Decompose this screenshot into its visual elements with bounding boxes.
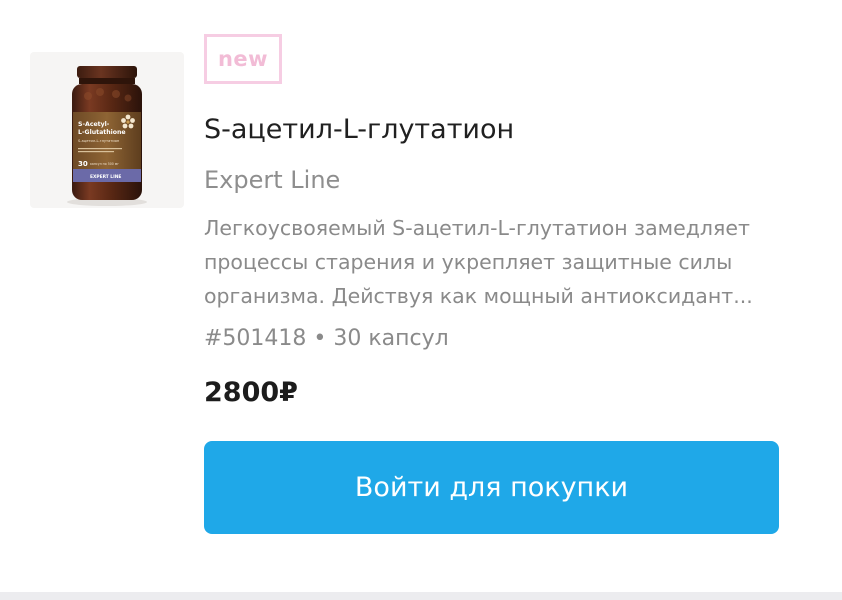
product-image[interactable]: S-Acetyl- L-Glutathione S-ацетил-L-глута…	[30, 52, 184, 208]
label-line2: L-Glutathione	[78, 129, 126, 136]
product-card: S-Acetyl- L-Glutathione S-ацетил-L-глута…	[0, 0, 842, 592]
label-count: 30	[78, 160, 88, 168]
product-meta: #501418 • 30 капсул	[204, 322, 449, 356]
login-to-buy-button[interactable]: Войти для покупки	[204, 441, 779, 534]
bottle-cap	[77, 66, 137, 78]
label-count-unit: капсул по 500 мг	[90, 162, 119, 166]
label-subtitle: S-ацетил-L-глутатион	[78, 139, 120, 143]
label-line1: S-Acetyl-	[78, 121, 110, 128]
new-badge-label: new	[217, 46, 269, 71]
label-brand: EXPERT LINE	[90, 174, 121, 180]
card-divider	[0, 592, 842, 600]
new-badge: new	[204, 34, 282, 84]
product-price: 2800₽	[204, 377, 298, 408]
product-title[interactable]: S-ацетил-L-глутатион	[204, 112, 514, 148]
product-sku: #501418	[204, 326, 307, 351]
meta-separator: •	[313, 326, 327, 351]
product-brand: Expert Line	[204, 166, 341, 194]
product-description: Легкоусвояемый S-ацетил-L-глутатион заме…	[204, 216, 753, 308]
supplement-bottle-icon: S-Acetyl- L-Glutathione S-ацетил-L-глута…	[67, 66, 147, 206]
product-quantity: 30 капсул	[333, 326, 449, 351]
